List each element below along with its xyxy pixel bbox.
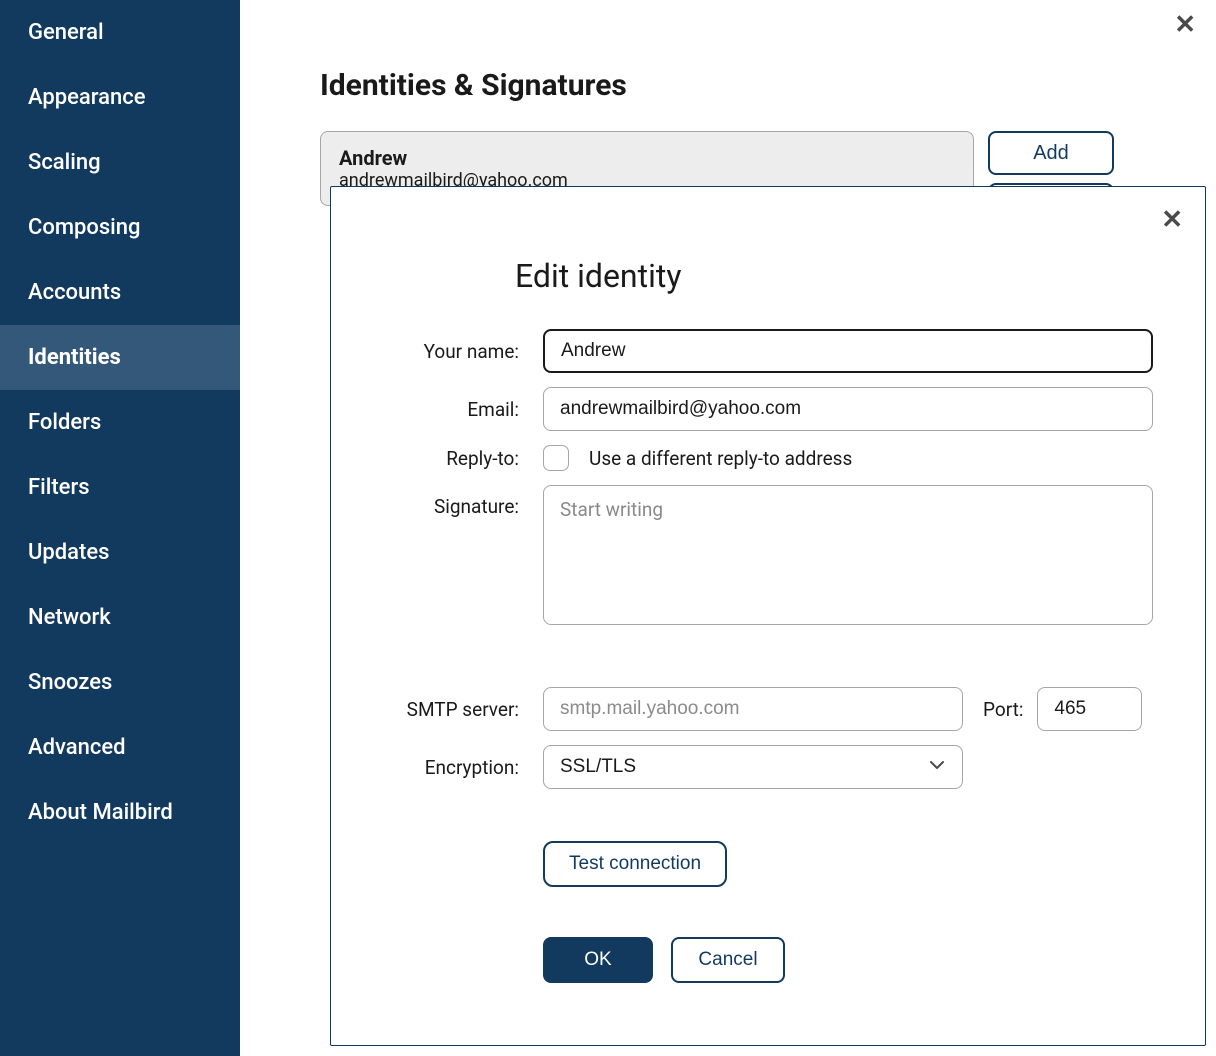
sidebar-item-accounts[interactable]: Accounts [0, 260, 240, 325]
sidebar-item-filters[interactable]: Filters [0, 455, 240, 520]
row-email: Email: [383, 387, 1153, 431]
sidebar: General Appearance Scaling Composing Acc… [0, 0, 240, 1056]
cancel-button[interactable]: Cancel [671, 937, 785, 983]
test-connection-button[interactable]: Test connection [543, 841, 727, 887]
edit-identity-modal: ✕ Edit identity Your name: Email: Reply-… [330, 186, 1206, 1046]
sidebar-item-updates[interactable]: Updates [0, 520, 240, 585]
signature-textarea[interactable] [543, 485, 1153, 625]
encryption-select-wrap: SSL/TLS [543, 745, 963, 789]
row-smtp: SMTP server: Port: [383, 687, 1153, 731]
page-title: Identities & Signatures [240, 0, 1216, 131]
sidebar-item-scaling[interactable]: Scaling [0, 130, 240, 195]
label-port: Port: [983, 698, 1023, 721]
sidebar-item-composing[interactable]: Composing [0, 195, 240, 260]
row-reply-to: Reply-to: Use a different reply-to addre… [383, 445, 1153, 471]
sidebar-item-appearance[interactable]: Appearance [0, 65, 240, 130]
email-input[interactable] [543, 387, 1153, 431]
sidebar-item-identities[interactable]: Identities [0, 325, 240, 390]
reply-to-checkbox[interactable] [543, 445, 569, 471]
label-email: Email: [383, 398, 543, 421]
your-name-input[interactable] [543, 329, 1153, 373]
sidebar-item-about[interactable]: About Mailbird [0, 780, 240, 845]
add-button[interactable]: Add [988, 131, 1114, 175]
sidebar-item-folders[interactable]: Folders [0, 390, 240, 455]
ok-button[interactable]: OK [543, 937, 653, 983]
modal-title: Edit identity [515, 257, 1153, 295]
encryption-select[interactable]: SSL/TLS [543, 745, 963, 789]
label-smtp: SMTP server: [383, 698, 543, 721]
label-encryption: Encryption: [383, 756, 543, 779]
sidebar-item-general[interactable]: General [0, 0, 240, 65]
close-icon[interactable]: ✕ [1174, 10, 1196, 40]
row-signature: Signature: [383, 485, 1153, 625]
label-reply-to: Reply-to: [383, 447, 543, 470]
port-input[interactable] [1037, 687, 1142, 731]
modal-close-icon[interactable]: ✕ [1161, 205, 1183, 235]
reply-to-checkbox-label: Use a different reply-to address [589, 447, 852, 470]
row-encryption: Encryption: SSL/TLS [383, 745, 1153, 789]
modal-actions: OK Cancel [543, 937, 1153, 983]
label-signature: Signature: [383, 485, 543, 518]
smtp-server-input[interactable] [543, 687, 963, 731]
label-your-name: Your name: [383, 340, 543, 363]
sidebar-item-snoozes[interactable]: Snoozes [0, 650, 240, 715]
row-your-name: Your name: [383, 329, 1153, 373]
sidebar-item-network[interactable]: Network [0, 585, 240, 650]
sidebar-item-advanced[interactable]: Advanced [0, 715, 240, 780]
identity-name: Andrew [339, 146, 955, 170]
